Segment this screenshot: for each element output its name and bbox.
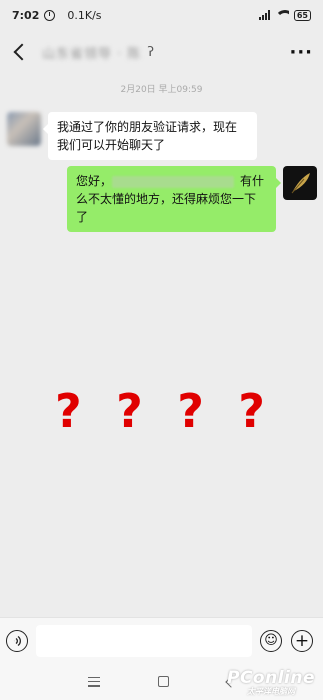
sent-message-text-mid: 有什 — [240, 174, 265, 188]
feather-icon — [291, 173, 310, 194]
sent-message-text-start: 您好， — [76, 174, 113, 188]
question-marks-overlay: ? ? ? ? — [55, 384, 265, 438]
question-mark: ? — [55, 384, 82, 438]
status-time: 7:02 — [12, 8, 40, 22]
network-speed: 0.1K/s — [67, 8, 102, 22]
question-mark: ? — [238, 384, 265, 438]
wifi-icon — [274, 10, 289, 20]
received-message-text: 我通过了你的朋友验证请求，现在我们可以开始聊天了 — [57, 120, 238, 152]
message-input-bar: ☺ + — [0, 617, 323, 663]
voice-input-icon[interactable] — [6, 629, 28, 652]
message-timestamp: 2月20日 早上09:59 — [120, 85, 203, 95]
signal-icon — [258, 10, 270, 20]
recent-apps-icon[interactable] — [88, 676, 100, 687]
add-more-icon[interactable]: + — [291, 629, 313, 652]
question-mark: ? — [177, 384, 204, 438]
user-avatar[interactable] — [283, 166, 317, 200]
more-options-icon[interactable]: ··· — [289, 42, 313, 63]
redacted-text — [112, 175, 235, 188]
question-mark: ? — [116, 384, 143, 438]
sent-message-text-end: 么不太懂的地方，还得麻烦您一下了 — [76, 192, 257, 224]
status-bar: 7:02 0.1K/s 65 — [0, 0, 323, 30]
contact-avatar[interactable] — [7, 112, 41, 146]
watermark-logo: PConline 太平洋电脑网 — [227, 668, 315, 697]
chat-header: 山东省领导 · 陈 ʔ ··· — [0, 30, 323, 74]
emoji-icon[interactable]: ☺ — [260, 629, 282, 652]
battery-indicator: 65 — [293, 9, 311, 21]
ear-mode-icon: ʔ — [147, 44, 155, 60]
contact-name: 山东省领导 · 陈 — [42, 46, 142, 62]
message-input[interactable] — [36, 624, 252, 657]
alarm-icon — [44, 9, 56, 21]
back-arrow-icon[interactable] — [13, 43, 31, 61]
home-icon[interactable] — [158, 676, 169, 687]
received-message-bubble[interactable]: 我通过了你的朋友验证请求，现在我们可以开始聊天了 — [43, 112, 257, 160]
sent-message-bubble[interactable]: 您好， 有什么不太懂的地方，还得麻烦您一下了 — [67, 166, 281, 232]
watermark-main-text: PConline — [226, 668, 315, 688]
